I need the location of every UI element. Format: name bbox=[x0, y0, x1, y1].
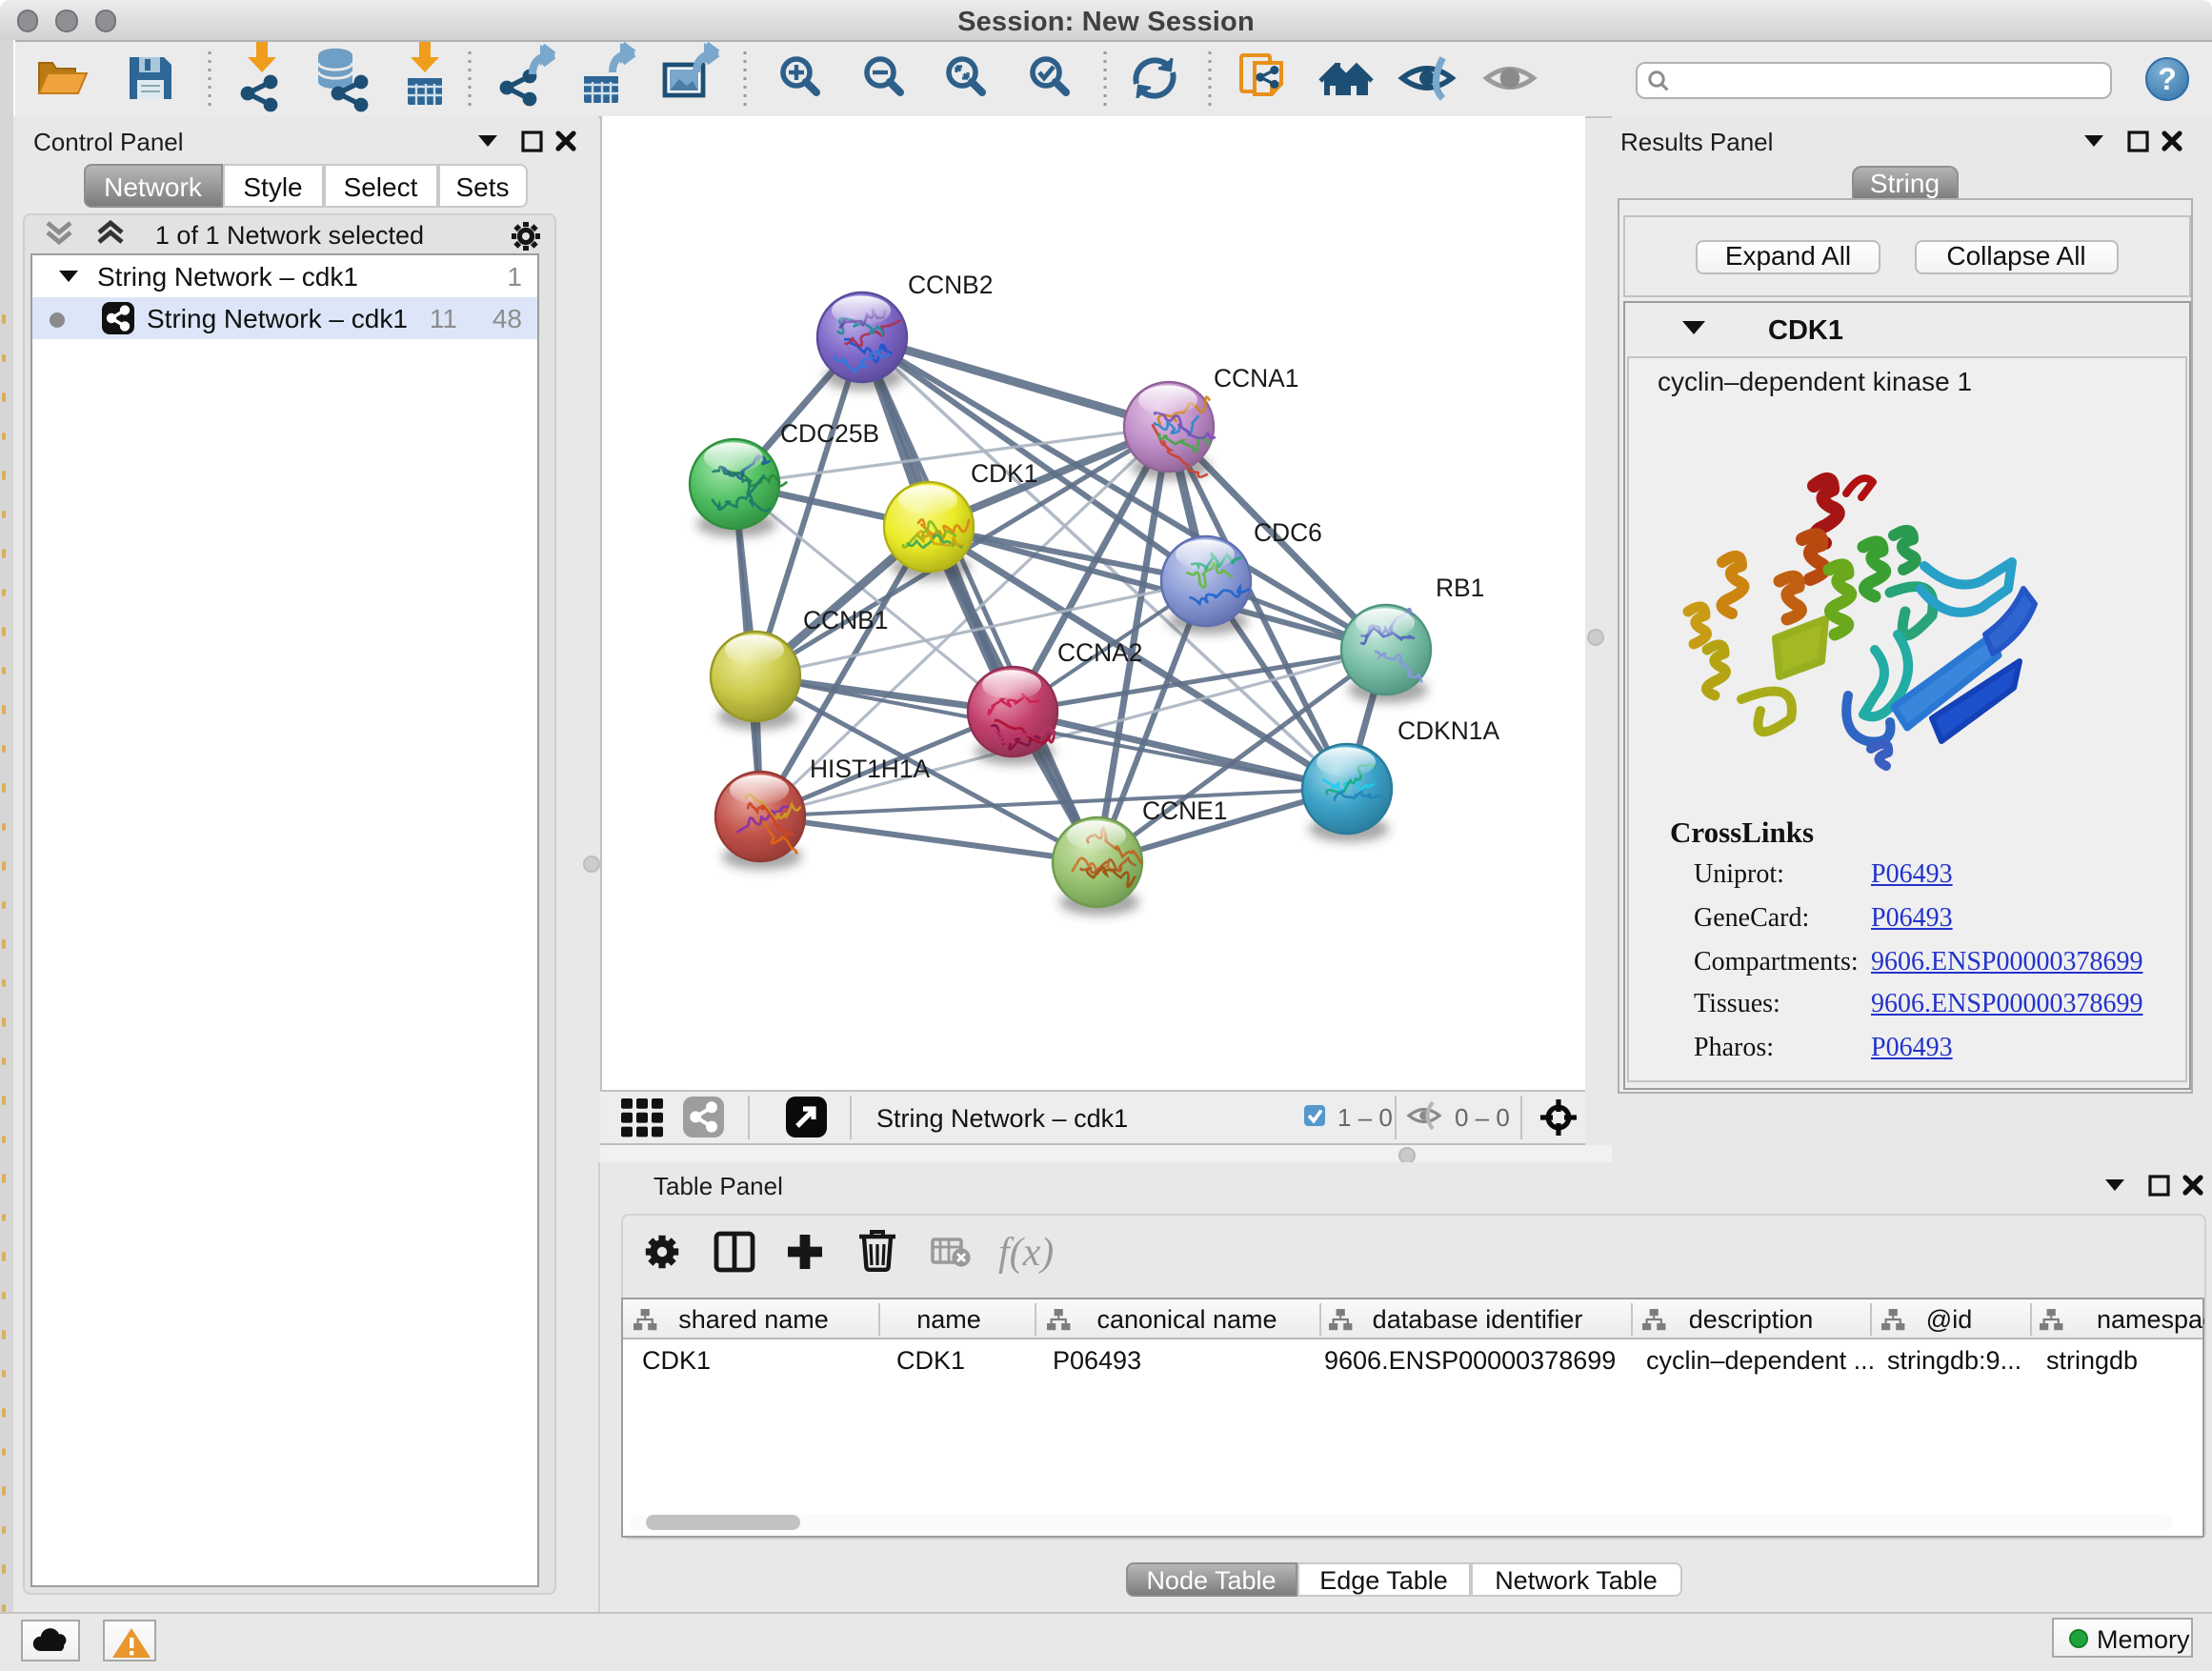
svg-text:f(x): f(x) bbox=[997, 1231, 1053, 1275]
svg-text:1 – 0: 1 – 0 bbox=[1337, 1103, 1392, 1132]
svg-text:canonical name: canonical name bbox=[1096, 1304, 1277, 1333]
svg-text:name: name bbox=[916, 1304, 981, 1333]
svg-text:namespace: namespace bbox=[2097, 1304, 2204, 1333]
svg-text:description: description bbox=[1689, 1304, 1814, 1333]
svg-text:0 – 0: 0 – 0 bbox=[1454, 1103, 1509, 1132]
svg-text:CDKN1A: CDKN1A bbox=[1397, 716, 1498, 745]
svg-text:CDK1: CDK1 bbox=[896, 1345, 965, 1374]
svg-text:9606.ENSP00000378699: 9606.ENSP00000378699 bbox=[1324, 1345, 1616, 1374]
svg-text:RB1: RB1 bbox=[1435, 574, 1483, 602]
svg-text:CDC25B: CDC25B bbox=[779, 419, 878, 448]
svg-text:CCNB2: CCNB2 bbox=[907, 271, 992, 299]
svg-text:String Network – cdk1: String Network – cdk1 bbox=[875, 1104, 1127, 1133]
svg-text:P06493: P06493 bbox=[1053, 1345, 1141, 1374]
svg-text:shared name: shared name bbox=[678, 1304, 829, 1333]
svg-text:CCNB1: CCNB1 bbox=[802, 606, 887, 634]
svg-text:CCNE1: CCNE1 bbox=[1141, 796, 1226, 825]
svg-text:CCNA1: CCNA1 bbox=[1213, 364, 1297, 393]
svg-text:CDK1: CDK1 bbox=[642, 1345, 711, 1374]
svg-text:?: ? bbox=[2158, 62, 2177, 96]
svg-text:CDC6: CDC6 bbox=[1253, 518, 1321, 547]
svg-text:HIST1H1A: HIST1H1A bbox=[809, 755, 930, 783]
svg-text:stringdb:9...: stringdb:9... bbox=[1887, 1345, 2021, 1374]
svg-text:CDK1: CDK1 bbox=[970, 459, 1036, 488]
svg-text:database identifier: database identifier bbox=[1373, 1304, 1583, 1333]
svg-text:CCNA2: CCNA2 bbox=[1056, 638, 1141, 667]
svg-text:cyclin–dependent ...: cyclin–dependent ... bbox=[1646, 1345, 1875, 1374]
svg-text:stringdb: stringdb bbox=[2046, 1345, 2138, 1374]
svg-text:@id: @id bbox=[1926, 1304, 1972, 1333]
